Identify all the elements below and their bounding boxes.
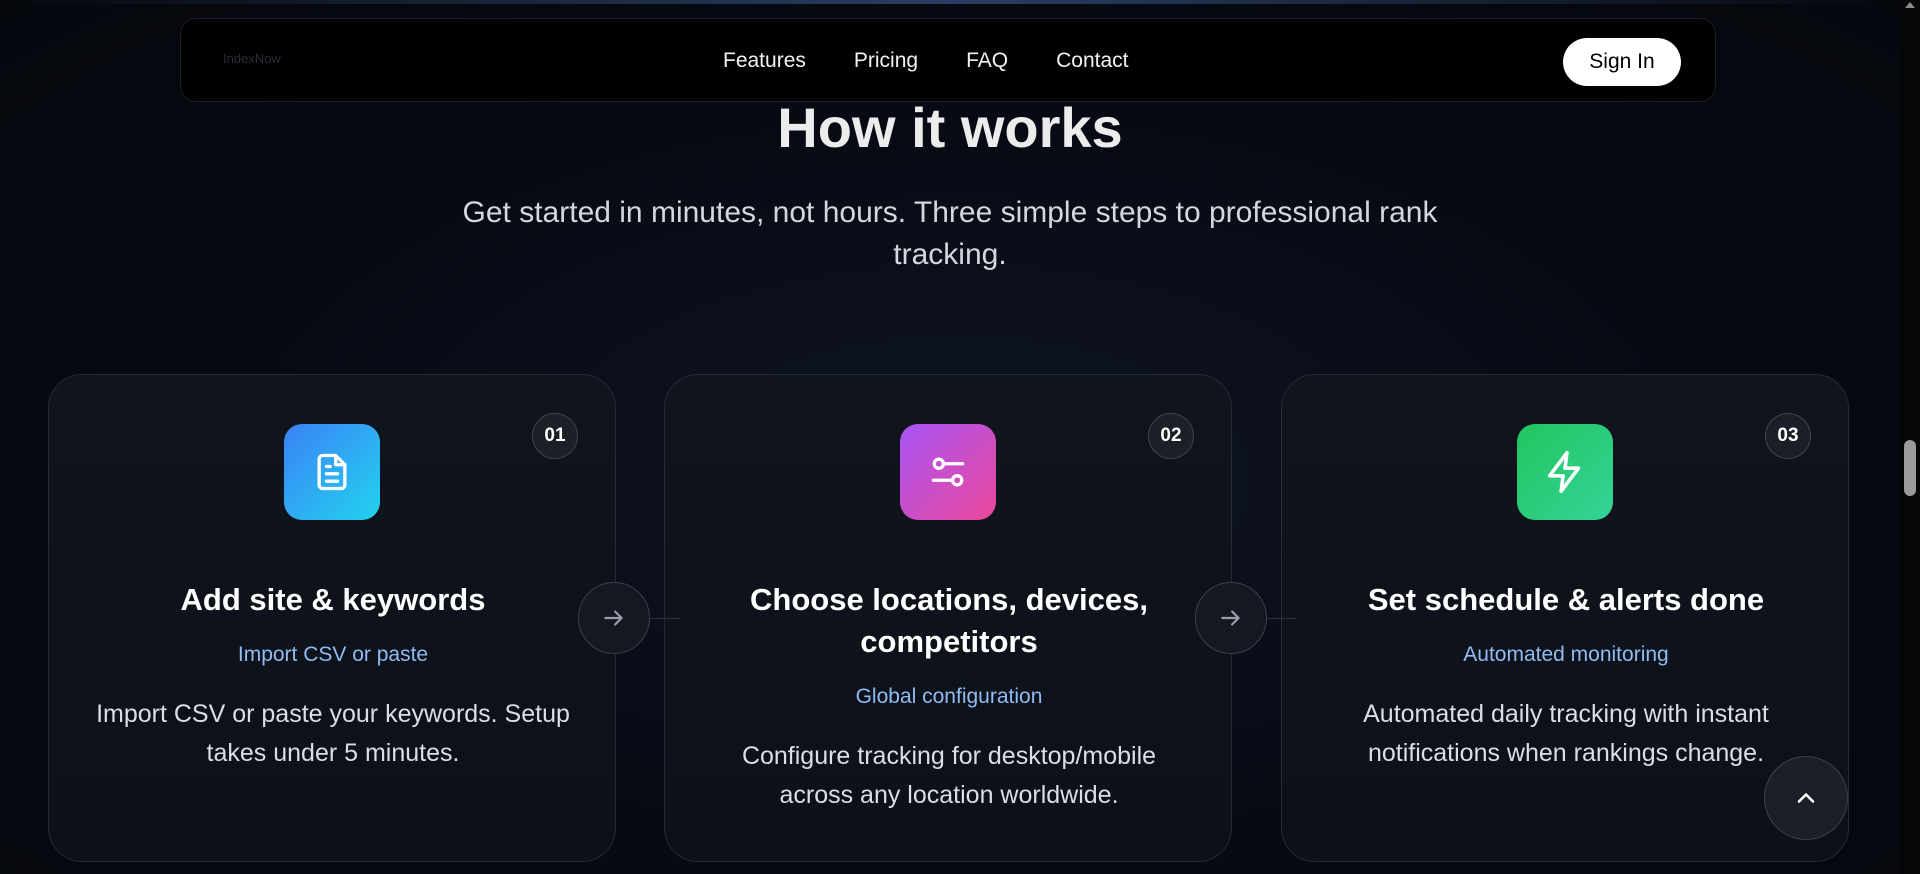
step-number-badge: 03 (1765, 413, 1811, 459)
logo[interactable]: IndexNow (223, 51, 281, 66)
document-icon (317, 453, 347, 491)
step-icon-box-3 (1517, 424, 1613, 520)
step-icon-box-2 (900, 424, 996, 520)
step-icon-box-1 (284, 424, 380, 520)
nav-links: Features Pricing FAQ Contact (723, 19, 1128, 103)
step-title: Add site & keywords (180, 582, 486, 617)
lightning-icon (1547, 451, 1581, 493)
step-card-2: 02 Choose locations, devices, competitor… (664, 374, 1232, 862)
step-number-badge: 01 (532, 413, 578, 459)
arrow-right-icon (1221, 610, 1240, 626)
step-tag: Import CSV or paste (237, 643, 429, 666)
nav-link-features[interactable]: Features (723, 49, 806, 73)
top-glow (0, 0, 1900, 4)
step-title: Set schedule & alerts done (1367, 582, 1765, 617)
step-card-3: 03 Set schedule & alerts done Automated … (1281, 374, 1849, 862)
step-tag: Automated monitoring (1463, 643, 1669, 666)
scrollbar-thumb[interactable] (1904, 440, 1916, 496)
step-connector-2 (1195, 582, 1267, 654)
step-description: Configure tracking for desktop/mobile ac… (741, 742, 1157, 809)
sign-in-button[interactable]: Sign In (1563, 38, 1681, 86)
arrow-right-icon (604, 610, 623, 626)
scroll-up-arrow-icon[interactable] (1905, 2, 1915, 8)
step-description: Import CSV or paste your keywords. Setup… (96, 700, 570, 767)
section-title: How it works (777, 96, 1123, 159)
step-title: Choose locations, devices, competitors (750, 582, 1148, 659)
step-description: Automated daily tracking with instant no… (1363, 700, 1769, 767)
chevron-up-icon (1797, 793, 1815, 803)
scrollbar[interactable] (1900, 0, 1920, 874)
nav-link-pricing[interactable]: Pricing (854, 49, 918, 73)
step-number-badge: 02 (1148, 413, 1194, 459)
nav-link-contact[interactable]: Contact (1056, 49, 1128, 73)
step-tag: Global configuration (855, 685, 1043, 708)
section-subtitle: Get started in minutes, not hours. Three… (462, 196, 1438, 271)
step-card-1: 01 Add site & keywords Import CSV or pas… (48, 374, 616, 862)
sliders-icon (931, 457, 965, 487)
navbar: IndexNow Features Pricing FAQ Contact Si… (180, 18, 1716, 102)
nav-link-faq[interactable]: FAQ (966, 49, 1008, 73)
scroll-to-top-button[interactable] (1764, 756, 1848, 840)
step-connector-1 (578, 582, 650, 654)
